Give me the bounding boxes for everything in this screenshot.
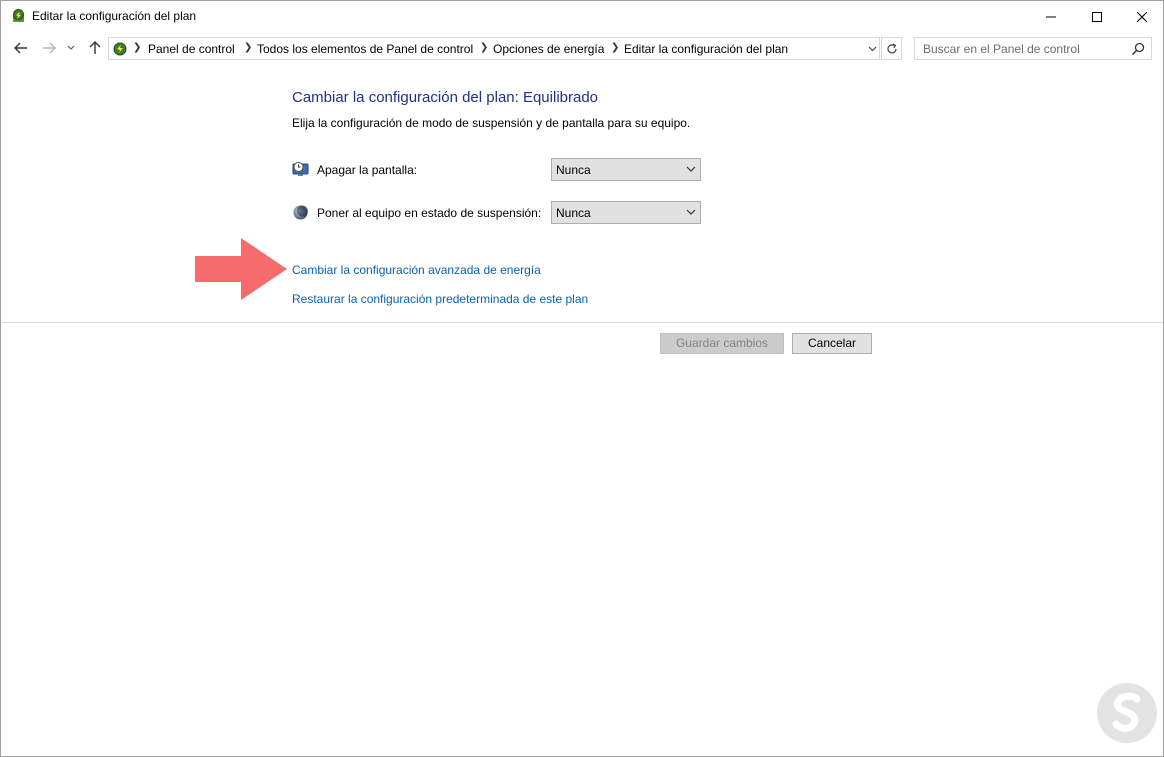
sleep-label: Poner al equipo en estado de suspensión: — [317, 206, 542, 220]
power-options-icon — [13, 9, 24, 22]
close-icon — [1137, 11, 1147, 22]
search-input[interactable]: Buscar en el Panel de control — [914, 37, 1152, 60]
divider — [2, 322, 1163, 323]
close-button[interactable] — [1119, 1, 1164, 32]
moon-icon — [293, 205, 308, 220]
annotation-arrow-icon — [195, 238, 287, 300]
arrow-up-icon — [89, 41, 101, 54]
window-title: Editar la configuración del plan — [32, 9, 197, 23]
up-button[interactable] — [85, 38, 105, 58]
turn-off-display-select[interactable]: Nunca — [551, 158, 701, 181]
search-icon[interactable] — [1130, 41, 1146, 57]
turn-off-display-label: Apagar la pantalla: — [317, 163, 418, 177]
sleep-value: Nunca — [556, 206, 591, 220]
refresh-button[interactable] — [881, 37, 902, 60]
breadcrumb-panel-de-control[interactable]: Panel de control — [148, 42, 235, 56]
restore-defaults-link[interactable]: Restaurar la configuración predeterminad… — [292, 292, 588, 306]
breadcrumb-separator-icon: ❯ — [133, 42, 142, 53]
sleep-select[interactable]: Nunca — [551, 201, 701, 224]
address-bar[interactable]: ❯ Panel de control ❯ Todos los elementos… — [108, 37, 880, 60]
breadcrumb-editar-configuracion[interactable]: Editar la configuración del plan — [624, 42, 788, 56]
monitor-clock-icon — [292, 162, 309, 176]
control-panel-icon — [113, 42, 127, 56]
chevron-down-icon — [868, 46, 876, 51]
page-title: Cambiar la configuración del plan: Equil… — [292, 89, 599, 106]
minimize-icon — [1046, 16, 1056, 17]
search-placeholder: Buscar en el Panel de control — [923, 42, 1080, 56]
save-changes-button[interactable]: Guardar cambios — [660, 333, 784, 354]
recent-locations-button[interactable] — [64, 38, 78, 58]
arrow-left-icon — [14, 42, 27, 54]
breadcrumb-separator-icon: ❯ — [244, 42, 253, 53]
watermark-logo — [1097, 683, 1157, 743]
advanced-power-settings-link[interactable]: Cambiar la configuración avanzada de ene… — [292, 263, 541, 277]
chevron-down-icon — [67, 45, 75, 50]
address-dropdown-button[interactable] — [864, 38, 880, 59]
navigation-bar: ❯ Panel de control ❯ Todos los elementos… — [1, 33, 1163, 64]
breadcrumb-separator-icon: ❯ — [480, 42, 489, 53]
maximize-icon — [1092, 11, 1102, 22]
breadcrumb-todos-los-elementos[interactable]: Todos los elementos de Panel de control — [257, 42, 473, 56]
cancel-button[interactable]: Cancelar — [792, 333, 872, 354]
back-button[interactable] — [11, 38, 31, 58]
title-bar: Editar la configuración del plan — [1, 1, 1163, 32]
minimize-button[interactable] — [1028, 1, 1074, 32]
maximize-button[interactable] — [1074, 1, 1120, 32]
page-description: Elija la configuración de modo de suspen… — [292, 116, 691, 130]
window: Editar la configuración del plan ❯ Panel… — [0, 0, 1164, 757]
breadcrumb-opciones-de-energia[interactable]: Opciones de energía — [493, 42, 604, 56]
chevron-down-icon — [686, 166, 696, 172]
turn-off-display-value: Nunca — [556, 163, 591, 177]
forward-button[interactable] — [39, 38, 59, 58]
chevron-down-icon — [686, 209, 696, 215]
refresh-icon — [886, 42, 897, 53]
arrow-right-icon — [43, 42, 56, 54]
breadcrumb-separator-icon: ❯ — [611, 42, 620, 53]
